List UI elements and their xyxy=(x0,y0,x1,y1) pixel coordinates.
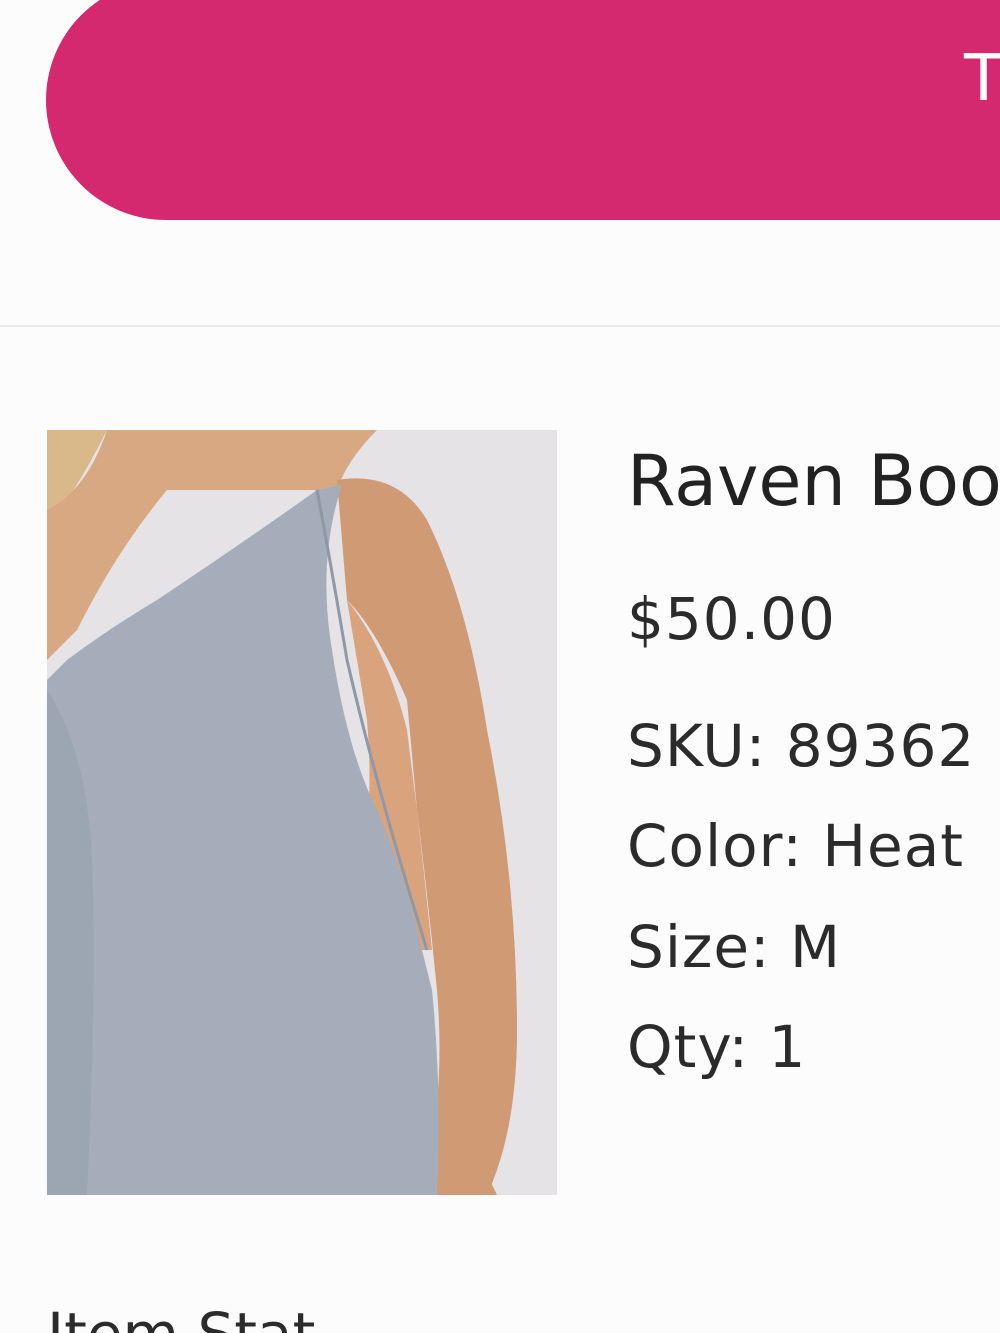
sku-label: SKU: xyxy=(627,712,767,780)
qty-label: Qty: xyxy=(627,1013,750,1081)
product-quantity: Qty: 1 xyxy=(627,1013,806,1081)
product-details: Raven Boo $50.00 SKU: 89362 Color: Heat … xyxy=(627,0,1000,1333)
order-page: T Raven Boo $50.00 SKU: 89362 Color: Hea… xyxy=(0,0,1000,1333)
qty-value: 1 xyxy=(768,1013,807,1081)
size-label: Size: xyxy=(627,913,771,981)
color-label: Color: xyxy=(627,812,803,880)
product-color: Color: Heat xyxy=(627,812,964,880)
sku-value: 89362 xyxy=(785,712,976,780)
size-value: M xyxy=(790,913,842,981)
item-status-heading: Item Stat xyxy=(47,1300,315,1333)
color-value: Heat xyxy=(822,812,964,880)
product-size: Size: M xyxy=(627,913,841,981)
product-price: $50.00 xyxy=(627,585,836,653)
product-name[interactable]: Raven Boo xyxy=(627,440,1000,522)
product-image[interactable] xyxy=(47,430,557,1195)
product-sku: SKU: 89362 xyxy=(627,712,975,780)
product-photo-illustration xyxy=(47,430,557,1195)
